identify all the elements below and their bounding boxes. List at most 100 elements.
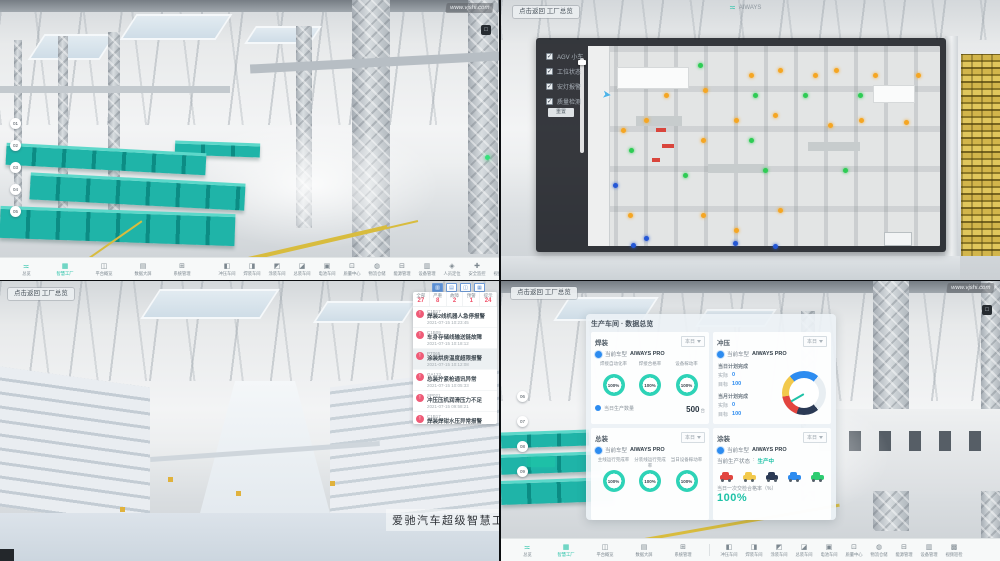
alarm-tab[interactable]: 预警1 (463, 292, 480, 306)
back-button[interactable]: 点击返回 工厂总览 (513, 6, 579, 18)
toolbar-item[interactable]: ▦智慧工厂 (555, 543, 577, 558)
toolbar-item[interactable]: ◨焊装车间 (241, 262, 263, 277)
map-pin[interactable] (813, 73, 818, 78)
toolbar-item[interactable]: ⊟能源管理 (391, 262, 413, 277)
toolbar-item[interactable]: ◨焊装车间 (743, 543, 765, 558)
alarm-tab[interactable]: 故障2 (447, 292, 464, 306)
period-select[interactable]: 本日 (803, 432, 827, 443)
toolbar-item[interactable]: ◫平台概览 (93, 262, 115, 277)
map-pin[interactable] (701, 213, 706, 218)
map-pin[interactable] (858, 93, 863, 98)
map-pin[interactable] (753, 93, 758, 98)
map-pin[interactable] (873, 73, 878, 78)
map-pin[interactable] (773, 113, 778, 118)
toolbar-item[interactable]: ▦智慧工厂 (54, 262, 76, 277)
toolbar-item[interactable]: ⊟能源管理 (893, 543, 915, 558)
map-pin[interactable] (749, 138, 754, 143)
alarm-row[interactable]: PT065 涂装烘房温度超限报警 2021-07-15 10:12:08 (413, 349, 497, 370)
toolbar-item[interactable]: ≍总览 (15, 262, 37, 277)
map-pin[interactable] (859, 118, 864, 123)
station-marker[interactable]: 01 (10, 118, 21, 129)
toolbar-item[interactable]: ▤数据大屏 (132, 262, 154, 277)
station-marker[interactable]: 04 (10, 184, 21, 195)
map-pin[interactable] (701, 138, 706, 143)
map-pin[interactable] (613, 183, 618, 188)
map-pin[interactable] (778, 68, 783, 73)
map-pin[interactable] (773, 244, 778, 249)
panel-toggle-icon[interactable]: ▦ (474, 283, 485, 292)
period-select[interactable]: 本日 (681, 336, 705, 347)
map-pin[interactable] (631, 243, 636, 248)
toolbar-item[interactable]: ◩涂装车间 (768, 543, 790, 558)
alarm-tab[interactable]: 提示24 (480, 292, 497, 306)
toolbar-item[interactable]: ◈人员定位 (441, 262, 463, 277)
station-marker[interactable]: 07 (517, 416, 528, 427)
toolbar-item[interactable]: ◍物流仓储 (366, 262, 388, 277)
toolbar-item[interactable]: ▩视频巡检 (943, 543, 965, 558)
map-pin[interactable] (628, 213, 633, 218)
station-marker[interactable]: 05 (10, 206, 21, 217)
toolbar-item[interactable]: ▤数据大屏 (633, 543, 655, 558)
map-pin[interactable] (843, 168, 848, 173)
map-pin[interactable] (828, 123, 833, 128)
panel-toggle-icon[interactable]: ◫ (460, 283, 471, 292)
expand-icon[interactable]: □ (481, 25, 491, 35)
alarm-tab[interactable]: 严重8 (430, 292, 447, 306)
map-pin[interactable] (664, 93, 669, 98)
toolbar-item[interactable]: ◫平台概览 (594, 543, 616, 558)
map-pin[interactable] (733, 241, 738, 246)
map-pin[interactable] (734, 228, 739, 233)
toolbar-item[interactable]: ▥设备管理 (416, 262, 438, 277)
panel-toggle-icon[interactable]: ▤ (446, 283, 457, 292)
toolbar-item[interactable]: ⊞系统管理 (171, 262, 193, 277)
period-select[interactable]: 本日 (681, 432, 705, 443)
map-pin[interactable] (644, 118, 649, 123)
toolbar-item[interactable]: ◪总装车间 (291, 262, 313, 277)
station-marker[interactable]: 08 (517, 441, 528, 452)
back-button[interactable]: 点击返回 工厂总览 (511, 287, 577, 299)
station-marker[interactable]: 02 (10, 140, 21, 151)
toolbar-item[interactable]: ⊡质量中心 (843, 543, 865, 558)
alarm-row[interactable]: C1B09 车身存储线输送链故障 2021-07-15 10:18:12 (413, 328, 497, 349)
map-pin[interactable] (763, 168, 768, 173)
station-marker[interactable]: 06 (517, 391, 528, 402)
alarm-row[interactable]: C1B17 焊装焊钳水压异常报警 2021-07-15 09:47:50 (413, 412, 497, 424)
toolbar-item[interactable]: ▥设备管理 (918, 543, 940, 558)
map-pin[interactable] (644, 236, 649, 241)
toolbar-item[interactable]: ▣电池车间 (316, 262, 338, 277)
alarm-tab[interactable]: 全部27 (413, 292, 430, 306)
map-pin[interactable] (698, 63, 703, 68)
map-pin[interactable] (778, 208, 783, 213)
toolbar-item[interactable]: ✚安全监控 (466, 262, 488, 277)
map-pin[interactable] (629, 148, 634, 153)
minimap[interactable] (884, 232, 912, 246)
expand-icon[interactable]: □ (982, 305, 992, 315)
toolbar-item[interactable]: ◪总装车间 (793, 543, 815, 558)
station-marker[interactable]: 03 (10, 162, 21, 173)
toolbar-item[interactable]: ▣电池车间 (818, 543, 840, 558)
toolbar-item[interactable]: ⊡质量中心 (341, 262, 363, 277)
alarm-row[interactable]: GA123 总装拧紧枪通讯异常 2021-07-15 10:05:33 (413, 370, 497, 391)
map-pin[interactable] (703, 88, 708, 93)
map-pin[interactable] (734, 118, 739, 123)
map-pin[interactable] (803, 93, 808, 98)
map-pin[interactable] (621, 128, 626, 133)
toolbar-item[interactable]: ≍总览 (516, 543, 538, 558)
map-pin[interactable] (749, 73, 754, 78)
toolbar-item[interactable]: ⊞系统管理 (672, 543, 694, 558)
map-pin[interactable] (683, 173, 688, 178)
toolbar-item[interactable]: ◧冲压车间 (718, 543, 740, 558)
map-pin[interactable] (904, 120, 909, 125)
alarm-row[interactable]: SP021 冲压压机润滑压力不足 2021-07-15 09:58:21 (413, 391, 497, 412)
period-select[interactable]: 本日 (803, 336, 827, 347)
map-pin[interactable] (916, 73, 921, 78)
toolbar-item[interactable]: ◍物流仓储 (868, 543, 890, 558)
panel-toggle-icon[interactable]: ▥ (432, 283, 443, 292)
station-marker[interactable]: 09 (517, 466, 528, 477)
back-button[interactable]: 点击返回 工厂总览 (8, 288, 74, 300)
toolbar-item[interactable]: ◧冲压车间 (216, 262, 238, 277)
alarm-row[interactable]: C1B17 焊装2线机器人急停报警 2021-07-15 10:23:45 (413, 307, 497, 328)
toolbar-item[interactable]: ◩涂装车间 (266, 262, 288, 277)
map-pin[interactable] (834, 68, 839, 73)
toolbar-item[interactable]: ▩视频巡检 (491, 262, 499, 277)
